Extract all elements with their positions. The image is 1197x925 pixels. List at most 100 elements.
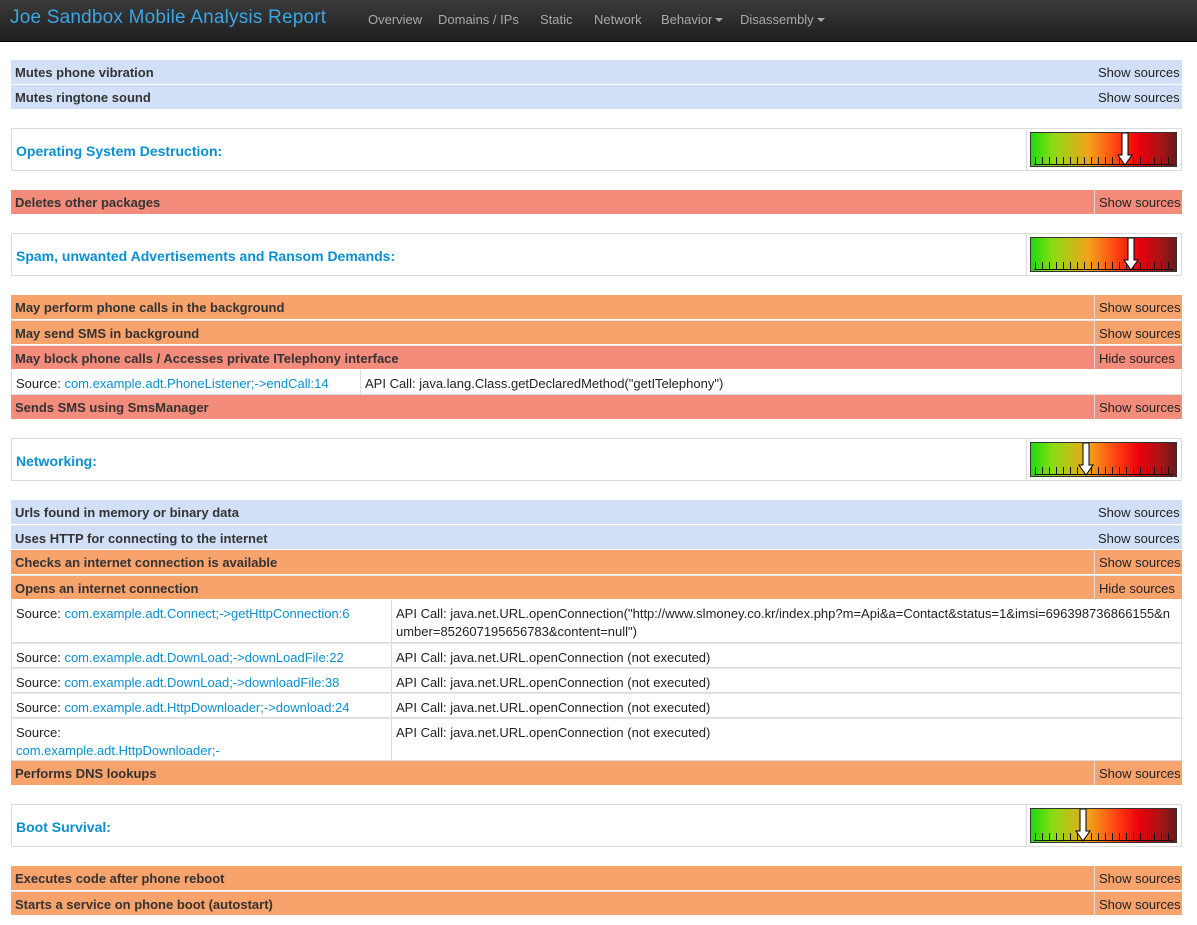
- behavior-label: Sends SMS using SmsManager: [15, 400, 209, 415]
- meter-ticks: [1035, 262, 1172, 269]
- chevron-down-icon: [816, 18, 825, 22]
- source-cell: Source: com.example.adt.HttpDownloader;-…: [12, 694, 392, 717]
- source-detail-row: Source: com.example.adt.HttpDownloader;-…: [11, 693, 1182, 718]
- behavior-row: Urls found in memory or binary data Show…: [11, 500, 1182, 524]
- nav-overview[interactable]: Overview: [368, 12, 422, 27]
- source-detail-row: Source: com.example.adt.DownLoad;->downl…: [11, 668, 1182, 693]
- meter-arrow-icon: [1078, 443, 1094, 476]
- meter-arrow-icon: [1117, 133, 1133, 166]
- threat-meter: [1030, 442, 1177, 477]
- section-title: Boot Survival:: [16, 819, 111, 835]
- nav-network[interactable]: Network: [594, 12, 642, 27]
- show-sources-button[interactable]: Show sources: [1094, 892, 1182, 916]
- show-sources-button[interactable]: Show sources: [1094, 321, 1182, 345]
- threat-meter: [1030, 237, 1177, 272]
- source-link[interactable]: com.example.adt.DownLoad;->downloadFile:…: [64, 675, 339, 690]
- source-prefix: Source:: [16, 376, 61, 391]
- meter-ticks: [1035, 467, 1172, 474]
- behavior-row: Mutes phone vibration Show sources: [11, 60, 1182, 84]
- api-call-cell: API Call: java.net.URL.openConnection (n…: [392, 694, 1181, 717]
- api-call-cell: API Call: java.net.URL.openConnection (n…: [392, 669, 1181, 692]
- threat-meter: [1030, 808, 1177, 843]
- behavior-row: Checks an internet connection is availab…: [11, 550, 1182, 574]
- behavior-label: May send SMS in background: [15, 326, 200, 341]
- source-prefix: Source:: [16, 650, 61, 665]
- hide-sources-button[interactable]: Hide sources: [1094, 576, 1182, 600]
- behavior-row: Opens an internet connection Hide source…: [11, 575, 1182, 600]
- nav-static[interactable]: Static: [540, 12, 573, 27]
- meter-ticks: [1035, 157, 1172, 164]
- behavior-label: Opens an internet connection: [15, 581, 199, 596]
- nav-behavior[interactable]: Behavior: [661, 12, 724, 27]
- api-prefix: API Call:: [396, 606, 447, 621]
- behavior-label: Deletes other packages: [15, 195, 161, 210]
- behavior-label: Uses HTTP for connecting to the internet: [15, 531, 268, 546]
- source-detail-row: Source:com.example.adt.HttpDownloader;->…: [11, 718, 1182, 776]
- nav-disassembly[interactable]: Disassembly: [740, 12, 825, 27]
- api-call-text: java.net.URL.openConnection("http://www.…: [396, 606, 1171, 639]
- api-call-text: java.lang.Class.getDeclaredMethod("getIT…: [419, 376, 724, 391]
- source-detail-row: Source: com.example.adt.Connect;->getHtt…: [11, 600, 1182, 643]
- section-title: Networking:: [16, 453, 97, 469]
- source-prefix: Source:: [16, 675, 61, 690]
- behavior-label: Starts a service on phone boot (autostar…: [15, 897, 273, 912]
- api-call-cell: API Call: java.net.URL.openConnection (n…: [392, 719, 1181, 760]
- behavior-label: Performs DNS lookups: [15, 766, 157, 781]
- source-detail-row: Source: com.example.adt.PhoneListener;->…: [11, 370, 1182, 395]
- behavior-label: May perform phone calls in the backgroun…: [15, 300, 285, 315]
- show-sources-button[interactable]: Show sources: [1094, 500, 1182, 524]
- section-header: Boot Survival:: [11, 804, 1182, 847]
- behavior-row: May block phone calls / Accesses private…: [11, 345, 1182, 370]
- api-call-text: java.net.URL.openConnection (not execute…: [450, 725, 711, 740]
- behavior-row: Performs DNS lookups Show sources: [11, 761, 1182, 785]
- api-call-cell: API Call: java.net.URL.openConnection("h…: [392, 600, 1181, 642]
- nav-disassembly-label: Disassembly: [740, 12, 814, 27]
- nav-domains-ips[interactable]: Domains / IPs: [438, 12, 519, 27]
- behavior-label: Mutes ringtone sound: [15, 90, 151, 105]
- show-sources-button[interactable]: Show sources: [1094, 761, 1182, 785]
- brand-title[interactable]: Joe Sandbox Mobile Analysis Report: [10, 7, 326, 29]
- show-sources-button[interactable]: Show sources: [1094, 395, 1182, 419]
- source-link[interactable]: com.example.adt.DownLoad;->downLoadFile:…: [64, 650, 343, 665]
- section-header: Networking:: [11, 438, 1182, 481]
- behavior-label: May block phone calls / Accesses private…: [15, 351, 399, 366]
- behavior-row: Deletes other packages Show sources: [11, 190, 1182, 214]
- behavior-row: Starts a service on phone boot (autostar…: [11, 891, 1182, 916]
- show-sources-button[interactable]: Show sources: [1094, 550, 1182, 574]
- source-link[interactable]: com.example.adt.HttpDownloader;->downloa…: [64, 700, 349, 715]
- section-header: Operating System Destruction:: [11, 128, 1182, 171]
- behavior-row: Mutes ringtone sound Show sources: [11, 85, 1182, 109]
- show-sources-button[interactable]: Show sources: [1094, 295, 1182, 319]
- threat-meter-cell: [1026, 129, 1181, 170]
- behavior-label: Checks an internet connection is availab…: [15, 555, 278, 570]
- show-sources-button[interactable]: Show sources: [1094, 190, 1182, 214]
- source-link[interactable]: com.example.adt.Connect;->getHttpConnect…: [64, 606, 349, 621]
- section-title: Spam, unwanted Advertisements and Ransom…: [16, 248, 396, 264]
- chevron-down-icon: [715, 18, 724, 22]
- behavior-label: Executes code after phone reboot: [15, 871, 225, 886]
- show-sources-button[interactable]: Show sources: [1094, 85, 1182, 109]
- source-cell: Source: com.example.adt.DownLoad;->downL…: [12, 644, 392, 667]
- api-prefix: API Call:: [396, 650, 447, 665]
- show-sources-button[interactable]: Show sources: [1094, 866, 1182, 890]
- behavior-row: Sends SMS using SmsManager Show sources: [11, 395, 1182, 419]
- threat-meter: [1030, 132, 1177, 167]
- show-sources-button[interactable]: Show sources: [1094, 526, 1182, 550]
- meter-ticks: [1035, 833, 1172, 840]
- threat-meter-cell: [1026, 439, 1181, 480]
- api-prefix: API Call:: [365, 376, 416, 391]
- behavior-row: May perform phone calls in the backgroun…: [11, 295, 1182, 319]
- hide-sources-button[interactable]: Hide sources: [1094, 346, 1182, 370]
- section-header: Spam, unwanted Advertisements and Ransom…: [11, 233, 1182, 276]
- source-cell: Source:com.example.adt.HttpDownloader;->…: [12, 719, 392, 776]
- api-call-cell: API Call: java.net.URL.openConnection (n…: [392, 644, 1181, 667]
- meter-arrow-icon: [1075, 809, 1091, 842]
- api-call-text: java.net.URL.openConnection (not execute…: [450, 700, 711, 715]
- behavior-label: Urls found in memory or binary data: [15, 505, 239, 520]
- source-prefix: Source:: [16, 606, 61, 621]
- source-link[interactable]: com.example.adt.PhoneListener;->endCall:…: [64, 376, 328, 391]
- source-prefix: Source:: [16, 725, 61, 740]
- show-sources-button[interactable]: Show sources: [1094, 60, 1182, 84]
- behavior-row: May send SMS in background Show sources: [11, 320, 1182, 345]
- threat-meter-cell: [1026, 234, 1181, 275]
